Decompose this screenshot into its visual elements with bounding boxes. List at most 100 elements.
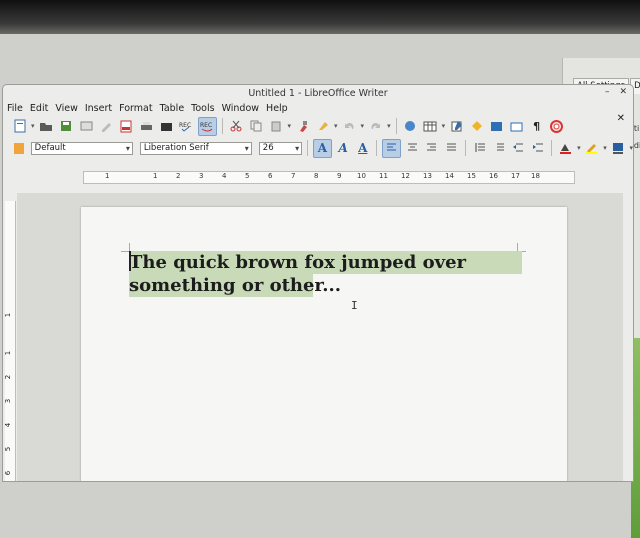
- copy-icon[interactable]: [248, 118, 265, 135]
- ruler-number: 1: [153, 172, 158, 180]
- ruler-number: 2: [176, 172, 181, 180]
- toolbar-separator: [307, 140, 309, 156]
- document-text-line[interactable]: something or other...: [129, 275, 341, 296]
- autospellcheck-icon[interactable]: REC: [197, 116, 217, 136]
- font-color-dropdown-icon[interactable]: ▾: [577, 144, 581, 152]
- chevron-down-icon[interactable]: ▾: [245, 144, 249, 153]
- menu-bar: File Edit View Insert Format Table Tools…: [3, 101, 633, 115]
- align-center-icon[interactable]: [404, 140, 421, 157]
- toolbar-separator: [376, 140, 378, 156]
- vruler-number: 2: [4, 374, 13, 380]
- help-icon[interactable]: [548, 118, 565, 135]
- navigator-icon[interactable]: [468, 118, 485, 135]
- email-icon[interactable]: [78, 118, 95, 135]
- print-icon[interactable]: [138, 118, 155, 135]
- print-preview-icon[interactable]: [158, 118, 175, 135]
- ruler-number: 6: [268, 172, 273, 180]
- document-workspace[interactable]: The quick brown fox jumped over somethin…: [17, 193, 623, 481]
- formatting-marks-icon[interactable]: ¶: [528, 118, 545, 135]
- justify-icon[interactable]: [443, 140, 460, 157]
- highlight-dropdown-icon[interactable]: ▾: [603, 144, 607, 152]
- vruler-number: 1: [4, 350, 13, 356]
- new-document-icon[interactable]: [11, 118, 28, 135]
- paragraph-style-value: Default: [34, 143, 66, 153]
- data-sources-icon[interactable]: [508, 118, 525, 135]
- insert-image-icon[interactable]: [448, 118, 465, 135]
- cut-icon[interactable]: [228, 118, 245, 135]
- vruler-number: 6: [4, 470, 13, 476]
- italic-icon[interactable]: A: [335, 140, 352, 157]
- ruler-number: 15: [467, 172, 476, 180]
- undo-icon[interactable]: [341, 118, 358, 135]
- undo-dropdown-icon[interactable]: ▾: [361, 122, 365, 130]
- new-dropdown-icon[interactable]: ▾: [31, 122, 35, 130]
- toolbar-separator: [221, 118, 223, 134]
- menu-table[interactable]: Table: [160, 103, 185, 114]
- clear-formatting-icon[interactable]: [314, 118, 331, 135]
- minimize-button[interactable]: –: [605, 87, 610, 97]
- paste-icon[interactable]: [268, 118, 285, 135]
- ruler-number: 16: [489, 172, 498, 180]
- clear-dropdown-icon[interactable]: ▾: [334, 122, 338, 130]
- hyperlink-icon[interactable]: [402, 118, 419, 135]
- menu-window[interactable]: Window: [222, 103, 259, 114]
- font-size-value: 26: [262, 143, 274, 153]
- paragraph-style-select[interactable]: Default ▾: [30, 141, 133, 155]
- standard-toolbar: ▾ REC REC ▾ ▾ ▾ ▾ ▾ ¶: [3, 115, 633, 137]
- menu-view[interactable]: View: [55, 103, 78, 114]
- export-pdf-icon[interactable]: [118, 118, 135, 135]
- menu-help[interactable]: Help: [266, 103, 288, 114]
- redo-dropdown-icon[interactable]: ▾: [387, 122, 391, 130]
- ruler-number: 17: [511, 172, 520, 180]
- align-left-icon[interactable]: [382, 138, 401, 158]
- menu-tools[interactable]: Tools: [191, 103, 214, 114]
- background-color-icon[interactable]: [610, 140, 627, 157]
- underline-icon[interactable]: A: [354, 140, 371, 157]
- menu-edit[interactable]: Edit: [30, 103, 48, 114]
- align-right-icon[interactable]: [423, 140, 440, 157]
- gallery-icon[interactable]: [488, 118, 505, 135]
- ibeam-pointer-icon: I: [351, 299, 358, 312]
- chevron-down-icon[interactable]: ▾: [126, 144, 130, 153]
- menu-format[interactable]: Format: [119, 103, 152, 114]
- highlighting-icon[interactable]: [584, 140, 601, 157]
- redo-icon[interactable]: [367, 118, 384, 135]
- bgcolor-dropdown-icon[interactable]: ▾: [629, 144, 633, 152]
- open-folder-icon[interactable]: [38, 118, 55, 135]
- table-dropdown-icon[interactable]: ▾: [442, 122, 446, 130]
- styles-formatting-icon[interactable]: [11, 140, 28, 157]
- ruler-number: 18: [531, 172, 540, 180]
- edit-file-icon[interactable]: [98, 118, 115, 135]
- close-button[interactable]: ✕: [619, 87, 627, 97]
- bullets-icon[interactable]: [490, 140, 507, 157]
- document-text-line[interactable]: The quick brown fox jumped over: [129, 252, 466, 273]
- vruler-number: 5: [4, 446, 13, 452]
- window-title: Untitled 1 - LibreOffice Writer: [248, 87, 388, 99]
- decrease-indent-icon[interactable]: [510, 140, 527, 157]
- paste-dropdown-icon[interactable]: ▾: [288, 122, 292, 130]
- increase-indent-icon[interactable]: [530, 140, 547, 157]
- clone-formatting-icon[interactable]: [294, 118, 311, 135]
- spellcheck-icon[interactable]: REC: [178, 118, 195, 135]
- horizontal-ruler[interactable]: 1 1 2 3 4 5 6 7 8 9 10 11 12 13 14 15 16…: [13, 171, 633, 184]
- document-close-button[interactable]: ✕: [617, 113, 625, 124]
- numbering-icon[interactable]: [471, 140, 488, 157]
- ruler-number: 5: [245, 172, 250, 180]
- menu-insert[interactable]: Insert: [85, 103, 112, 114]
- formatting-toolbar: Default ▾ Liberation Serif ▾ 26 ▾ A A A …: [3, 137, 633, 159]
- document-page[interactable]: The quick brown fox jumped over somethin…: [81, 207, 567, 481]
- insert-table-icon[interactable]: [422, 118, 439, 135]
- font-name-select[interactable]: Liberation Serif ▾: [139, 141, 252, 155]
- svg-text:REC: REC: [179, 122, 191, 129]
- vertical-ruler[interactable]: 1 1 2 3 4 5 6: [4, 201, 16, 481]
- bold-icon[interactable]: A: [313, 138, 332, 158]
- font-size-select[interactable]: 26 ▾: [258, 141, 303, 155]
- ruler-number: 1: [105, 172, 110, 180]
- chevron-down-icon[interactable]: ▾: [295, 144, 299, 153]
- font-color-icon[interactable]: [557, 140, 574, 157]
- monitor-bezel: [0, 0, 640, 34]
- menu-file[interactable]: File: [7, 103, 23, 114]
- save-icon[interactable]: [58, 118, 75, 135]
- vruler-number: 4: [4, 422, 13, 428]
- toolbar-separator: [395, 118, 397, 134]
